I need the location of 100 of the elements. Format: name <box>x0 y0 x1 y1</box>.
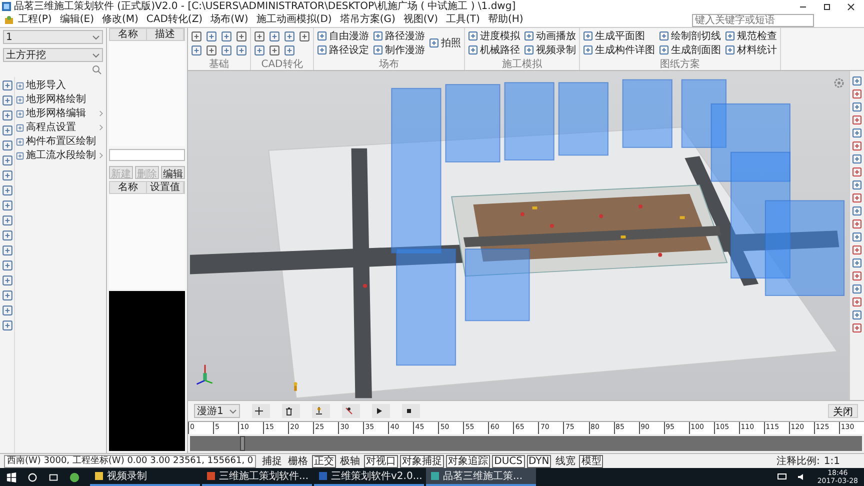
stop-button[interactable] <box>402 404 420 418</box>
tool-button[interactable]: 材料统计 <box>725 44 777 56</box>
tool-icon[interactable] <box>852 232 862 242</box>
tool-icon[interactable] <box>254 30 265 42</box>
tool-icon[interactable] <box>852 180 862 190</box>
tool-icon[interactable] <box>191 30 202 42</box>
tool-button[interactable]: 路径漫游 <box>373 30 425 42</box>
taskbar-item[interactable]: 品茗三维施工策... <box>426 468 536 486</box>
tool-icon[interactable] <box>852 115 862 125</box>
track-dropdown[interactable]: 漫游1 <box>194 404 240 418</box>
tool-icon[interactable] <box>269 44 280 56</box>
list-item[interactable]: 地形网格绘制 <box>15 94 106 105</box>
list-item[interactable]: 高程点设置 <box>15 122 106 133</box>
tool-icon[interactable] <box>269 30 280 42</box>
status-toggle[interactable]: 极轴 <box>338 454 362 468</box>
play-button[interactable] <box>372 404 390 418</box>
tool-button[interactable]: 生成平面图 <box>583 30 655 42</box>
tool-icon[interactable] <box>236 30 247 42</box>
tool-icon[interactable] <box>852 271 862 281</box>
tool-icon[interactable] <box>852 154 862 164</box>
tool-icon[interactable] <box>852 245 862 255</box>
taskbar-item[interactable]: 视频录制 <box>90 468 200 486</box>
tool-icon[interactable] <box>2 95 12 106</box>
tool-button[interactable]: 生成剖面图 <box>659 44 721 56</box>
status-toggle[interactable]: 捕捉 <box>260 454 284 468</box>
tool-button[interactable]: 拍照 <box>429 36 461 50</box>
status-toggle[interactable]: 对象捕捉 <box>400 454 444 468</box>
status-toggle[interactable]: DUCS <box>492 454 525 468</box>
tool-icon[interactable] <box>2 260 12 271</box>
tool-icon[interactable] <box>2 110 12 121</box>
path-button[interactable] <box>342 404 360 418</box>
tool-icon[interactable] <box>852 193 862 203</box>
tool-button[interactable]: 视频录制 <box>524 44 576 56</box>
search-icon[interactable] <box>27 472 38 482</box>
tool-icon[interactable] <box>284 44 295 56</box>
tool-button[interactable]: 路径设定 <box>317 44 369 56</box>
gear-icon[interactable] <box>833 77 845 89</box>
tool-icon[interactable] <box>852 219 862 229</box>
tool-icon[interactable] <box>852 167 862 177</box>
tool-icon[interactable] <box>852 206 862 216</box>
tool-button[interactable]: 生成构件详图 <box>583 44 655 56</box>
menu-item[interactable]: CAD转化(Z) <box>146 14 203 26</box>
maximize-icon[interactable] <box>822 2 832 12</box>
tool-icon[interactable] <box>2 155 12 166</box>
menu-item[interactable]: 视图(V) <box>403 14 438 26</box>
list-item[interactable]: 地形导入 <box>15 80 106 91</box>
panel-button[interactable]: 编辑 <box>161 166 185 179</box>
tool-icon[interactable] <box>221 30 232 42</box>
close-icon[interactable] <box>846 2 856 12</box>
status-toggle[interactable]: 正交 <box>312 454 336 468</box>
status-toggle[interactable]: 线宽 <box>553 454 578 468</box>
menu-item[interactable]: 施工动画模拟(D) <box>256 14 332 26</box>
tool-icon[interactable] <box>852 76 862 86</box>
taskbar-item[interactable]: 三维施工策划软件... <box>202 468 312 486</box>
status-toggle[interactable]: 栅格 <box>286 454 310 468</box>
windows-start-icon[interactable] <box>6 472 17 482</box>
add-button[interactable] <box>252 404 270 418</box>
layer-dropdown[interactable]: 1 <box>3 30 103 44</box>
tool-icon[interactable] <box>299 30 310 42</box>
tool-icon[interactable] <box>852 102 862 112</box>
menu-item[interactable]: 塔吊方案(G) <box>340 14 396 26</box>
status-toggle[interactable]: 对视口 <box>364 454 398 468</box>
timeline-track[interactable] <box>188 434 864 453</box>
tool-icon[interactable] <box>254 44 265 56</box>
tool-icon[interactable] <box>206 44 217 56</box>
tool-icon[interactable] <box>2 200 12 211</box>
tool-icon[interactable] <box>2 320 12 331</box>
tool-button[interactable]: 规范检查 <box>725 30 777 42</box>
tool-icon[interactable] <box>2 245 12 256</box>
close-button[interactable]: 关闭 <box>828 404 858 418</box>
app-icon[interactable] <box>69 472 80 482</box>
tool-icon[interactable] <box>2 125 12 136</box>
tool-icon[interactable] <box>2 305 12 316</box>
tool-button[interactable]: 机械路径 <box>468 44 520 56</box>
status-toggle[interactable]: 模型 <box>579 454 604 468</box>
tool-icon[interactable] <box>2 185 12 196</box>
tool-icon[interactable] <box>852 128 862 138</box>
stage-dropdown[interactable]: 土方开挖 <box>3 48 103 62</box>
tool-icon[interactable] <box>2 80 12 91</box>
tool-icon[interactable] <box>852 89 862 99</box>
tool-button[interactable]: 进度模拟 <box>468 30 520 42</box>
tool-icon[interactable] <box>221 44 232 56</box>
list-item[interactable]: 地形网格编辑 <box>15 108 106 119</box>
scale-value[interactable]: 1:1 <box>824 456 860 466</box>
tool-icon[interactable] <box>852 284 862 294</box>
delete-button[interactable] <box>282 404 300 418</box>
playhead[interactable] <box>240 436 246 451</box>
menu-item[interactable]: 编辑(E) <box>60 14 94 26</box>
app-menu-icon[interactable] <box>4 15 14 25</box>
tool-icon[interactable] <box>2 290 12 301</box>
list-item[interactable]: 施工流水段绘制 <box>15 150 106 161</box>
tool-icon[interactable] <box>191 44 202 56</box>
tool-icon[interactable] <box>852 258 862 268</box>
list-item[interactable]: 构件布置区绘制 <box>15 136 106 147</box>
tool-icon[interactable] <box>2 230 12 241</box>
tool-icon[interactable] <box>852 323 862 333</box>
network-icon[interactable] <box>777 472 788 482</box>
tool-icon[interactable] <box>2 170 12 181</box>
tool-icon[interactable] <box>2 275 12 286</box>
tool-button[interactable]: 自由漫游 <box>317 30 369 42</box>
